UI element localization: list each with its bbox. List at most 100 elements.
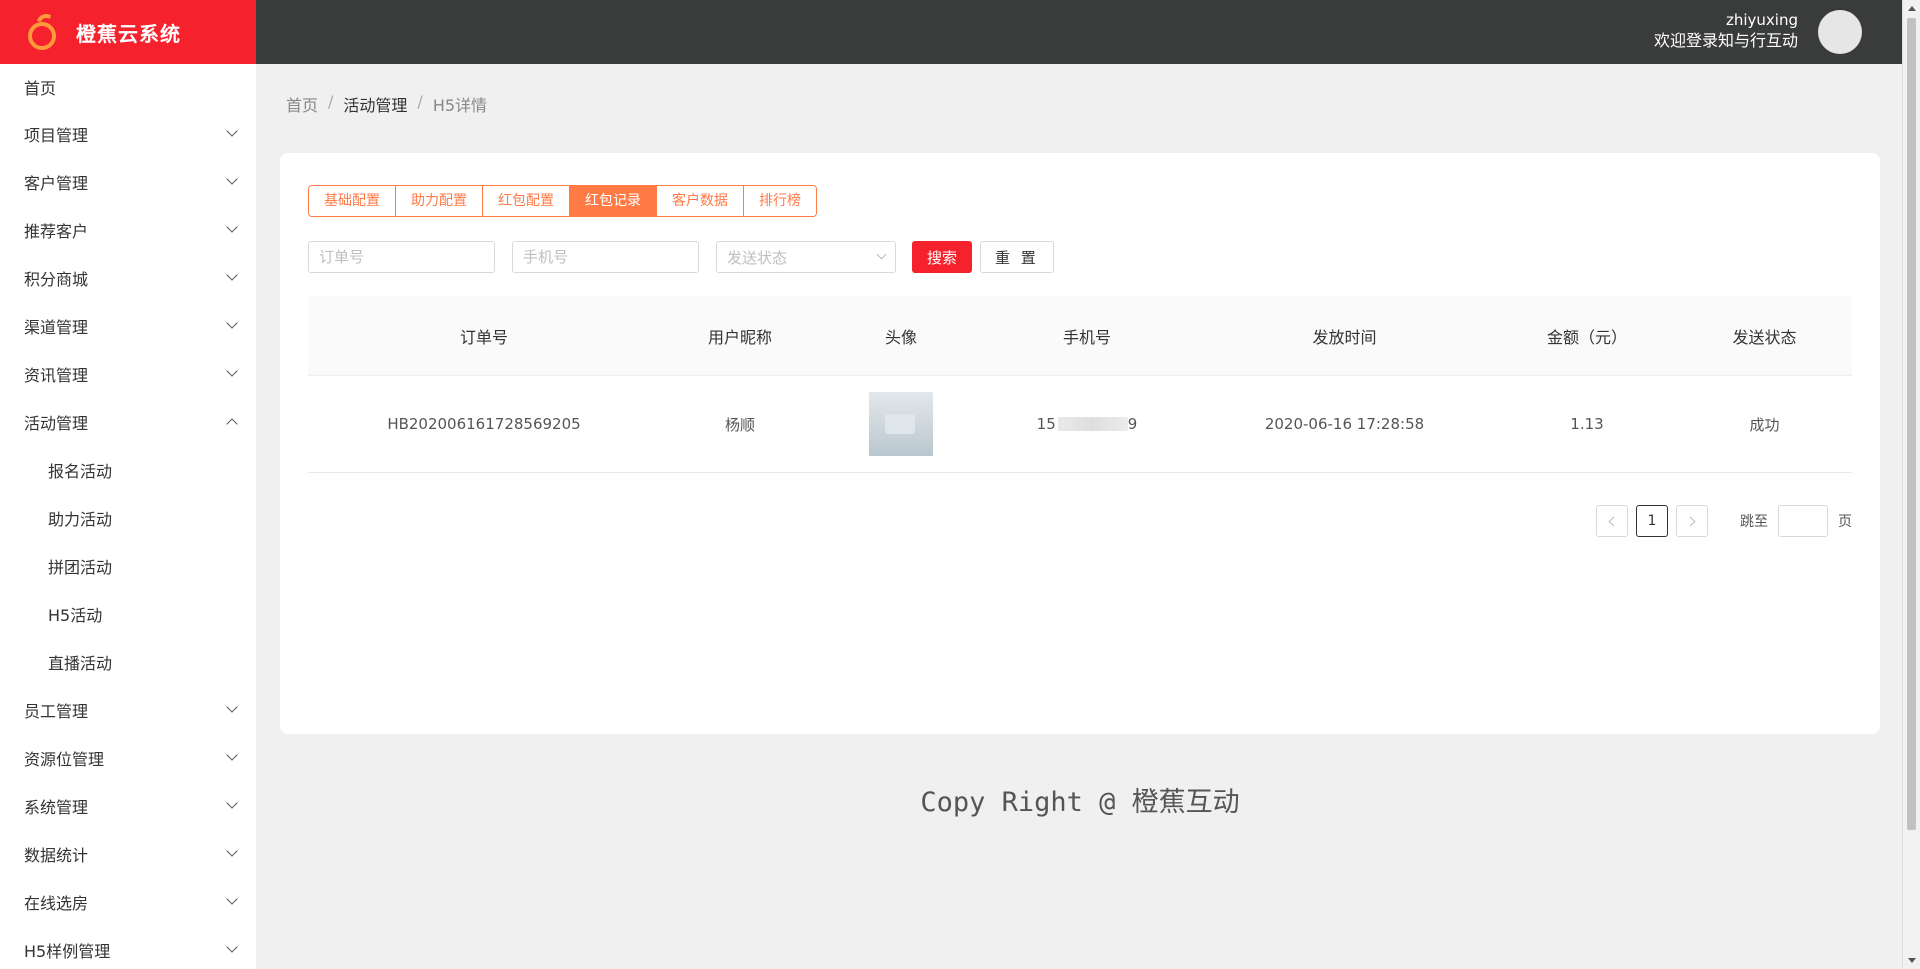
sidebar-item-label: 项目管理	[24, 126, 89, 145]
pagination: 1 跳至 页	[1596, 505, 1852, 537]
chevron-right-icon	[1685, 516, 1696, 526]
breadcrumb-separator: /	[417, 92, 423, 111]
tab-basic-config[interactable]: 基础配置	[309, 186, 396, 216]
jump-label: 跳至	[1740, 514, 1768, 530]
chevron-down-icon	[226, 701, 238, 713]
tab-leaderboard[interactable]: 排行榜	[744, 186, 816, 216]
sidebar-subitem-signup[interactable]: 报名活动	[0, 446, 256, 494]
breadcrumb: 首页 / 活动管理 / H5详情	[286, 92, 487, 116]
sidebar-item-referrals[interactable]: 推荐客户	[0, 206, 256, 254]
amount-cell: 1.13	[1570, 415, 1604, 433]
sidebar-item-label: 在线选房	[24, 894, 89, 913]
sidebar-item-online-house[interactable]: 在线选房	[0, 878, 256, 926]
scroll-thumb[interactable]	[1907, 18, 1916, 830]
sidebar-item-resource-slots[interactable]: 资源位管理	[0, 734, 256, 782]
sidebar-item-news[interactable]: 资讯管理	[0, 350, 256, 398]
prev-page-button[interactable]	[1596, 505, 1628, 537]
column-header-time: 发放时间	[1312, 327, 1377, 347]
masked-phone: 15 9	[1037, 415, 1138, 433]
chevron-down-icon	[226, 365, 238, 377]
tab-redpacket-config[interactable]: 红包配置	[483, 186, 570, 216]
scroll-up-arrow-icon[interactable]	[1908, 6, 1916, 11]
sidebar-subitem-live[interactable]: 直播活动	[0, 638, 256, 686]
tab-assist-config[interactable]: 助力配置	[396, 186, 483, 216]
chevron-down-icon	[226, 749, 238, 761]
avatar[interactable]	[1818, 10, 1862, 54]
time-cell: 2020-06-16 17:28:58	[1264, 415, 1425, 433]
orange-logo-icon	[26, 11, 60, 52]
breadcrumb-separator: /	[328, 92, 334, 111]
search-button[interactable]: 搜索	[912, 241, 973, 273]
user-info: zhiyuxing 欢迎登录知与行互动	[1654, 10, 1798, 52]
sidebar-subitem-groupbuy[interactable]: 拼团活动	[0, 542, 256, 590]
sidebar-subitem-assist[interactable]: 助力活动	[0, 494, 256, 542]
nickname-cell: 杨顺	[724, 415, 755, 434]
table-row: HB202006161728569205 杨顺 15 9 2020-06-16 1…	[308, 376, 1852, 473]
phone-suffix: 9	[1127, 415, 1138, 433]
sidebar-subitem-h5[interactable]: H5活动	[0, 590, 256, 638]
send-status-select[interactable]: 发送状态	[716, 241, 896, 273]
send-status-placeholder: 发送状态	[727, 248, 788, 267]
order-number-input[interactable]	[308, 241, 495, 273]
chevron-down-icon	[226, 845, 238, 857]
sidebar-item-channels[interactable]: 渠道管理	[0, 302, 256, 350]
chevron-down-icon	[226, 221, 238, 233]
sidebar-item-label: 客户管理	[24, 174, 89, 193]
sidebar-item-label: 积分商城	[24, 270, 89, 289]
next-page-button[interactable]	[1676, 505, 1708, 537]
sidebar-subitem-label: H5活动	[48, 606, 103, 625]
sidebar-item-label: 员工管理	[24, 702, 89, 721]
column-header-order: 订单号	[459, 327, 508, 347]
column-header-phone: 手机号	[1062, 327, 1111, 347]
logo-text: 橙蕉云系统	[76, 21, 181, 46]
sidebar-item-label: 系统管理	[24, 798, 89, 817]
sidebar-item-statistics[interactable]: 数据统计	[0, 830, 256, 878]
phone-input[interactable]	[512, 241, 699, 273]
status-cell: 成功	[1749, 415, 1780, 434]
sidebar-subitem-label: 直播活动	[48, 654, 113, 673]
username: zhiyuxing	[1725, 11, 1798, 29]
sidebar-item-activities[interactable]: 活动管理	[0, 398, 256, 446]
chevron-down-icon	[226, 173, 238, 185]
sidebar: 橙蕉云系统 首页 项目管理 客户管理 推荐客户 积分商城 渠道管理 资讯管理 活…	[0, 0, 256, 969]
jump-page-input[interactable]	[1778, 505, 1828, 537]
sidebar-item-h5-samples[interactable]: H5样例管理	[0, 926, 256, 969]
user-avatar-image[interactable]	[869, 392, 933, 456]
logo[interactable]: 橙蕉云系统	[0, 0, 256, 64]
chevron-left-icon	[1608, 516, 1619, 526]
sidebar-item-label: H5样例管理	[24, 942, 111, 961]
breadcrumb-activities[interactable]: 活动管理	[343, 92, 407, 116]
records-table: 订单号 用户昵称 头像 手机号 发放时间 金额（元） 发送状态 HB202006…	[308, 296, 1852, 473]
breadcrumb-home[interactable]: 首页	[286, 92, 318, 116]
sidebar-item-projects[interactable]: 项目管理	[0, 110, 256, 158]
content-card: 基础配置 助力配置 红包配置 红包记录 客户数据 排行榜 发送状态 搜索 重 置…	[280, 153, 1880, 734]
avatar-cell	[820, 392, 982, 456]
sidebar-item-home[interactable]: 首页	[0, 64, 256, 110]
sidebar-item-label: 渠道管理	[24, 318, 89, 337]
sidebar-item-points-mall[interactable]: 积分商城	[0, 254, 256, 302]
page-number-button[interactable]: 1	[1636, 505, 1668, 537]
sidebar-item-label: 活动管理	[24, 414, 89, 433]
reset-button[interactable]: 重 置	[980, 241, 1054, 273]
sidebar-subitem-label: 拼团活动	[48, 558, 113, 577]
sidebar-item-system[interactable]: 系统管理	[0, 782, 256, 830]
sidebar-item-label: 数据统计	[24, 846, 89, 865]
chevron-down-icon	[226, 317, 238, 329]
sidebar-item-label: 首页	[24, 79, 57, 98]
sidebar-item-staff[interactable]: 员工管理	[0, 686, 256, 734]
copyright-footer: Copy Right @ 橙蕉互动	[920, 787, 1240, 818]
sidebar-menu: 首页 项目管理 客户管理 推荐客户 积分商城 渠道管理 资讯管理 活动管理 报名…	[0, 64, 256, 969]
scroll-down-arrow-icon[interactable]	[1908, 958, 1916, 963]
tab-redpacket-records[interactable]: 红包记录	[570, 186, 657, 216]
phone-cell: 15 9	[982, 415, 1192, 433]
chevron-down-icon	[226, 797, 238, 809]
chevron-down-icon	[226, 893, 238, 905]
sidebar-item-customers[interactable]: 客户管理	[0, 158, 256, 206]
page-scrollbar[interactable]	[1902, 0, 1920, 969]
tab-customer-data[interactable]: 客户数据	[657, 186, 744, 216]
breadcrumb-current: H5详情	[432, 96, 488, 115]
table-header: 订单号 用户昵称 头像 手机号 发放时间 金额（元） 发送状态	[308, 296, 1852, 376]
sidebar-subitem-label: 助力活动	[48, 510, 113, 529]
column-header-nickname: 用户昵称	[707, 327, 772, 347]
column-header-status: 发送状态	[1732, 327, 1797, 347]
